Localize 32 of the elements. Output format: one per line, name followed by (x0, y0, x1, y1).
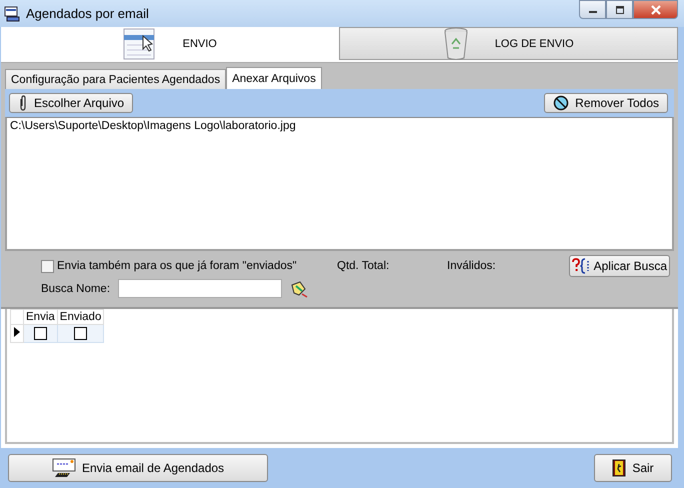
question-braces-icon (572, 258, 592, 274)
sub-tab[interactable]: Configuração para Pacientes Agendados (5, 69, 226, 89)
trash-icon (442, 26, 469, 60)
sub-tab[interactable]: Anexar Arquivos (226, 67, 322, 89)
main-tab[interactable]: LOG DE ENVIO (338, 27, 678, 60)
pencil-hand-icon[interactable] (290, 280, 308, 298)
window-title: Agendados por email (26, 6, 149, 21)
total-label: Qtd. Total: (337, 260, 390, 272)
prohibited-icon (553, 95, 570, 111)
choose-file-button[interactable]: Escolher Arquivo (9, 93, 134, 113)
close-icon (650, 4, 662, 14)
close-button[interactable] (633, 0, 678, 19)
search-name-field[interactable] (118, 279, 282, 298)
apply-search-button[interactable]: Aplicar Busca (568, 255, 670, 277)
email-card-icon (52, 458, 76, 478)
exit-button[interactable]: Sair (594, 454, 672, 482)
column-header[interactable]: Enviado (57, 310, 104, 324)
app-icon (4, 6, 20, 22)
resend-checkbox[interactable]: Envia também para os que já foram "enviados" (41, 260, 337, 272)
remove-all-button[interactable]: Remover Todos (544, 93, 668, 113)
column-header[interactable]: Envia (24, 310, 58, 324)
maximize-icon (614, 6, 624, 14)
invalid-label: Inválidos: (447, 260, 497, 272)
envia-checkbox[interactable] (34, 327, 47, 340)
file-path[interactable]: C:\Users\Suporte\Desktop\Imagens Logo\laboratorio.jpg (10, 120, 669, 132)
send-email-button[interactable]: Envia email de Agendados (8, 454, 268, 482)
minimize-button[interactable] (579, 0, 606, 19)
maximize-button[interactable] (606, 0, 633, 19)
paperclip-icon (18, 95, 28, 111)
door-exit-icon (612, 459, 626, 477)
enviado-checkbox[interactable] (74, 327, 88, 340)
search-name-label: Busca Nome: (41, 282, 110, 294)
